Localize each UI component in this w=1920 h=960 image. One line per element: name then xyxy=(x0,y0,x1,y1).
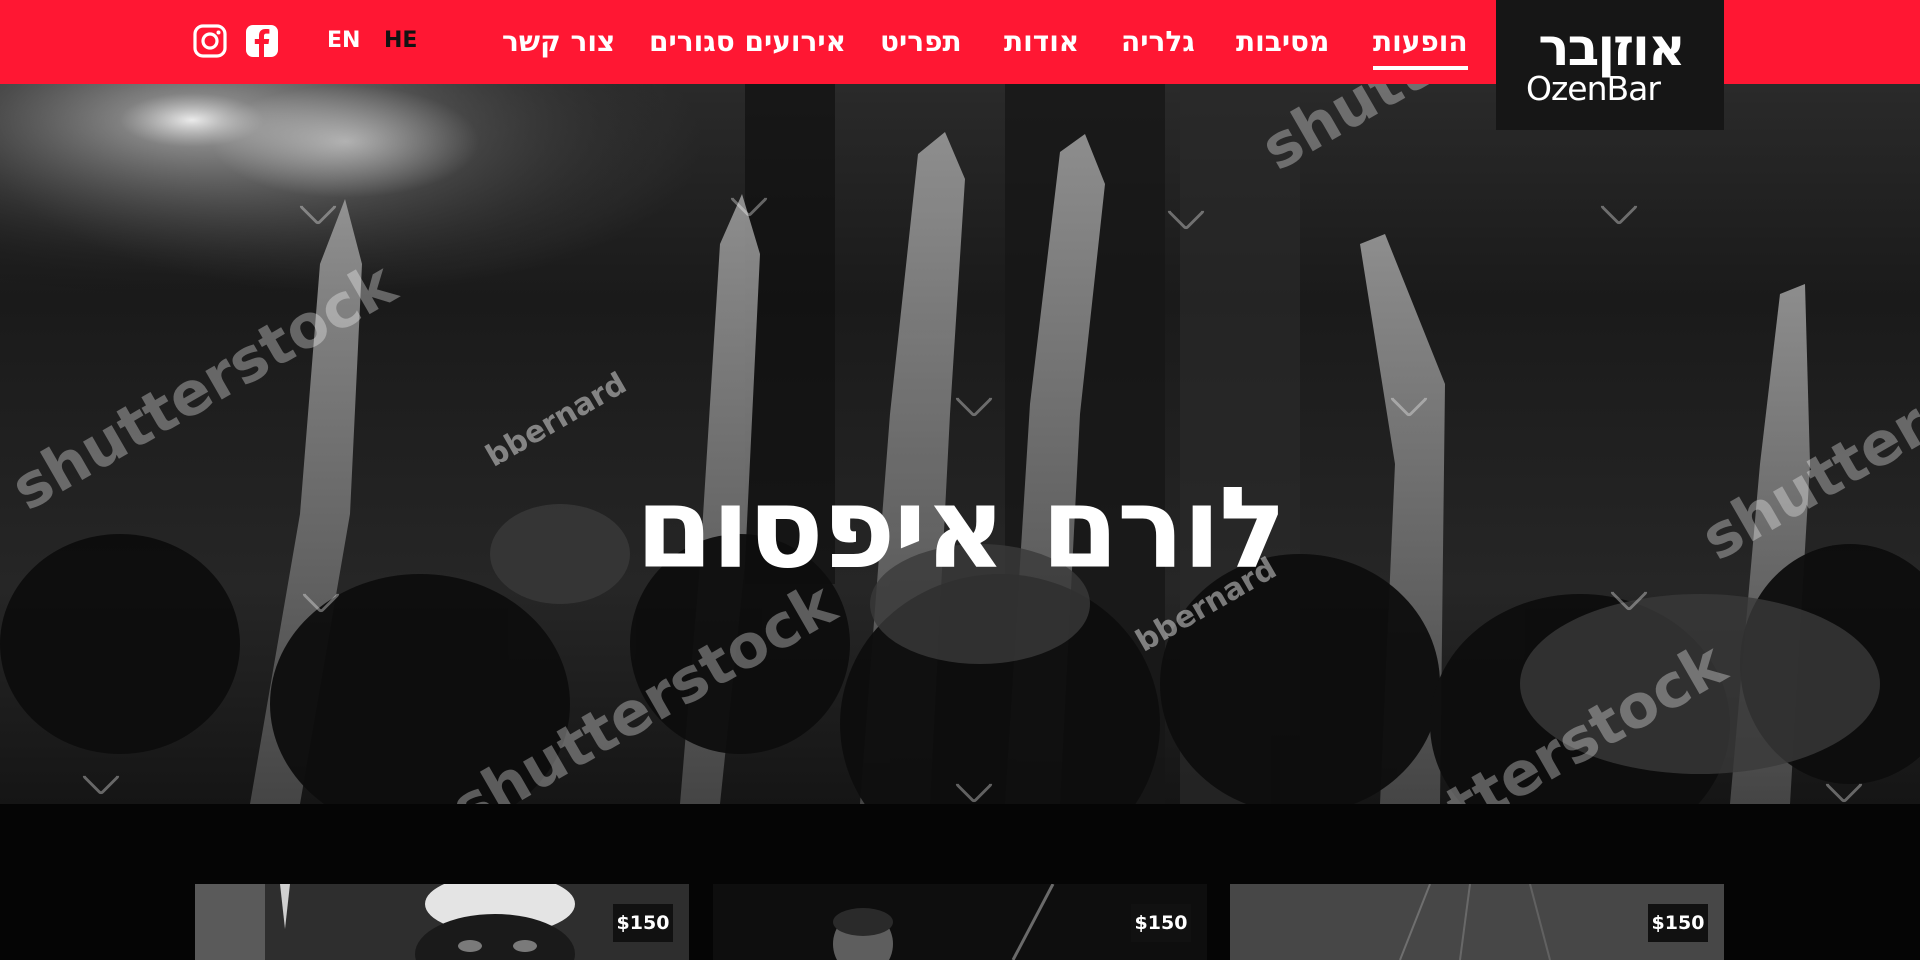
event-card[interactable]: $150 xyxy=(1230,884,1724,960)
event-price-badge: $150 xyxy=(1131,904,1191,942)
hero-title: לורם איפסום xyxy=(635,464,1286,595)
event-card[interactable]: $150 xyxy=(713,884,1207,960)
nav-item-gallery[interactable]: גלריה xyxy=(1121,24,1195,60)
nav-item-contact[interactable]: צור קשר xyxy=(502,24,615,60)
events-strip: $150 $150 $150 xyxy=(0,804,1920,960)
language-en-link[interactable]: EN xyxy=(327,26,360,56)
hero-banner: shutterstock shutterstock shutterstock s… xyxy=(0,84,1920,804)
instagram-icon[interactable] xyxy=(193,24,227,58)
logo-english-text: OzenBar xyxy=(1526,69,1661,108)
event-price-badge: $150 xyxy=(1648,904,1708,942)
language-he-link[interactable]: HE xyxy=(384,26,417,56)
concert-crowd-image xyxy=(0,84,1920,804)
event-price-badge: $150 xyxy=(613,904,673,942)
nav-item-parties[interactable]: מסיבות xyxy=(1236,24,1329,60)
nav-item-private-events[interactable]: אירועים סגורים xyxy=(649,24,846,60)
nav-item-menu[interactable]: תפריט xyxy=(880,24,962,60)
event-card[interactable]: $150 xyxy=(195,884,689,960)
nav-item-shows[interactable]: הופעות xyxy=(1373,24,1468,70)
site-logo[interactable]: אוזןבר OzenBar xyxy=(1496,0,1724,130)
logo-hebrew-text: אוזןבר xyxy=(1538,18,1685,78)
nav-item-about[interactable]: אודות xyxy=(1004,24,1079,60)
facebook-icon[interactable] xyxy=(245,24,279,58)
